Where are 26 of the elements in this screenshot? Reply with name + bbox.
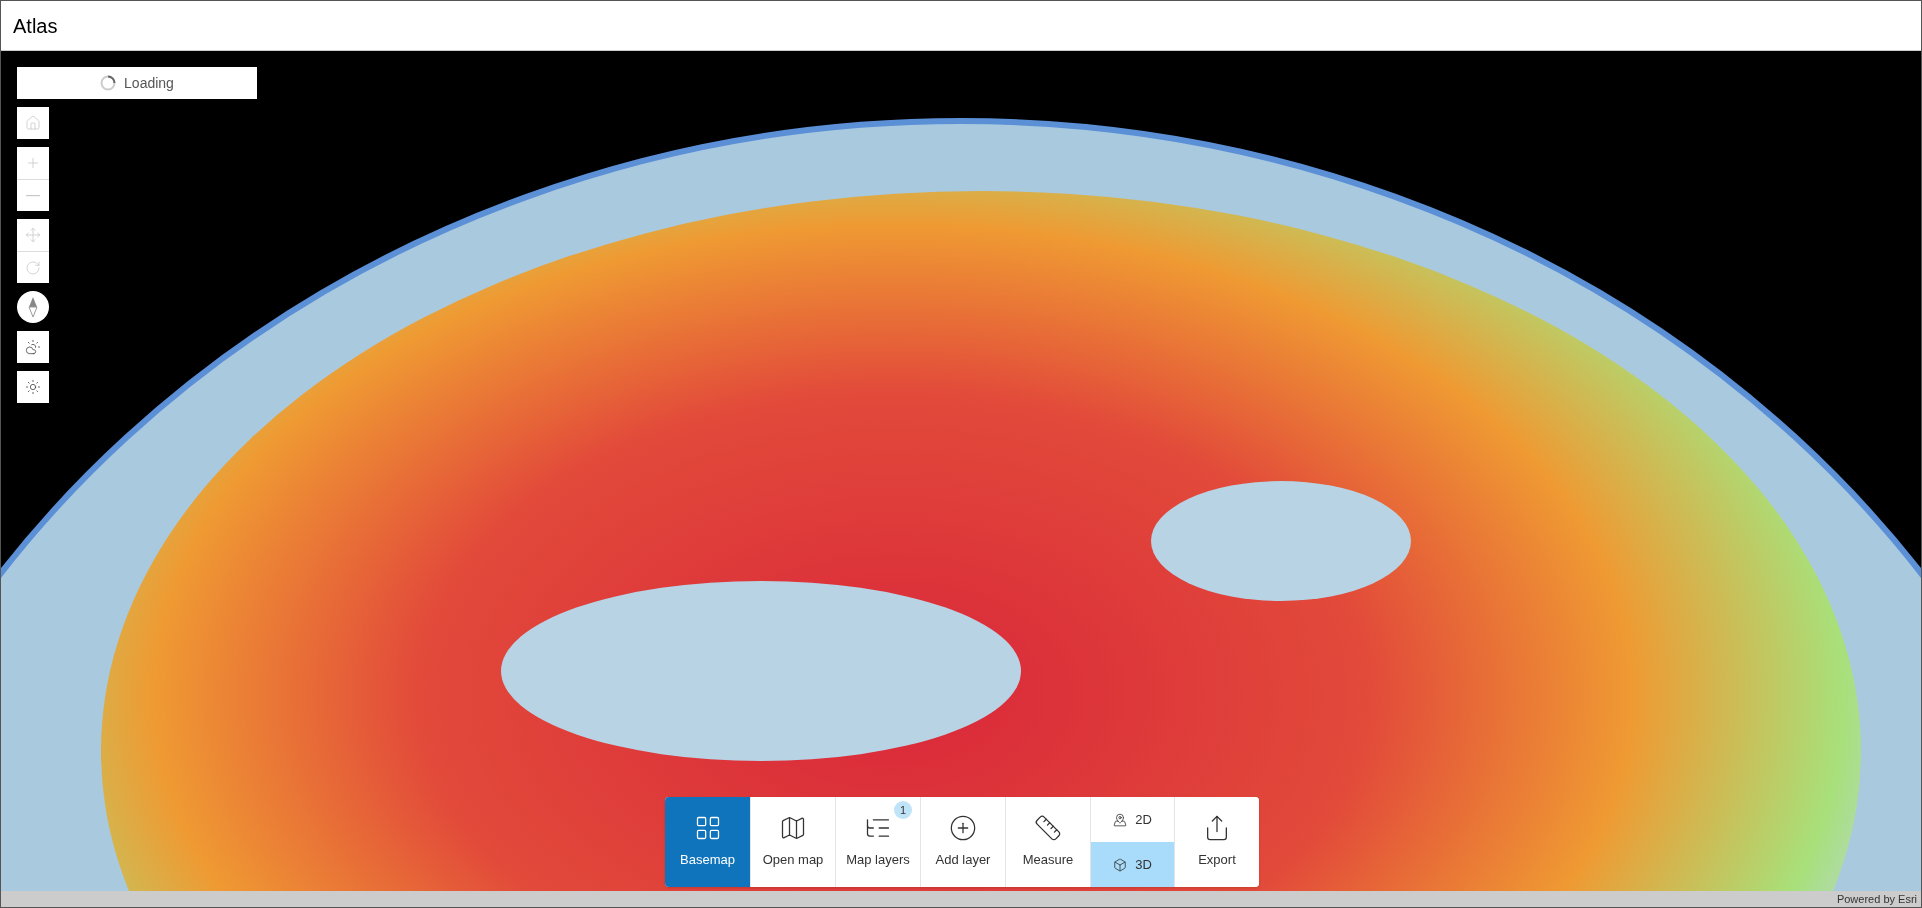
move-arrows-icon <box>25 227 41 243</box>
daylight-button[interactable] <box>17 371 49 403</box>
rotate-icon <box>25 259 41 276</box>
view-mode-button[interactable]: 3D <box>1091 842 1174 887</box>
compass-needle-icon <box>28 297 38 317</box>
compass-button[interactable] <box>17 291 49 323</box>
toolbar-button[interactable]: Add layer <box>920 797 1005 887</box>
toolbar-button[interactable]: Map layers 1 <box>835 797 920 887</box>
cloud-sun-icon <box>25 339 41 355</box>
attribution-text: Powered by Esri <box>1836 891 1917 907</box>
spinner-icon <box>100 75 117 91</box>
sun-icon <box>25 379 41 395</box>
plus-icon <box>25 155 41 171</box>
weather-button[interactable] <box>17 331 49 363</box>
toolbar-button[interactable]: Export <box>1174 797 1259 887</box>
home-icon <box>25 115 41 131</box>
toolbar-button[interactable]: Basemap <box>665 797 750 887</box>
minus-icon <box>26 194 40 197</box>
plus-circle-icon <box>949 814 977 843</box>
toolbar-button[interactable]: Measure <box>1005 797 1090 887</box>
cube-icon <box>1113 857 1128 872</box>
app-title: Atlas <box>13 13 58 39</box>
ruler-icon <box>1034 814 1062 843</box>
loading-indicator: Loading <box>17 67 257 99</box>
count-badge: 1 <box>894 801 912 819</box>
toolbar-button[interactable]: Open map <box>750 797 835 887</box>
